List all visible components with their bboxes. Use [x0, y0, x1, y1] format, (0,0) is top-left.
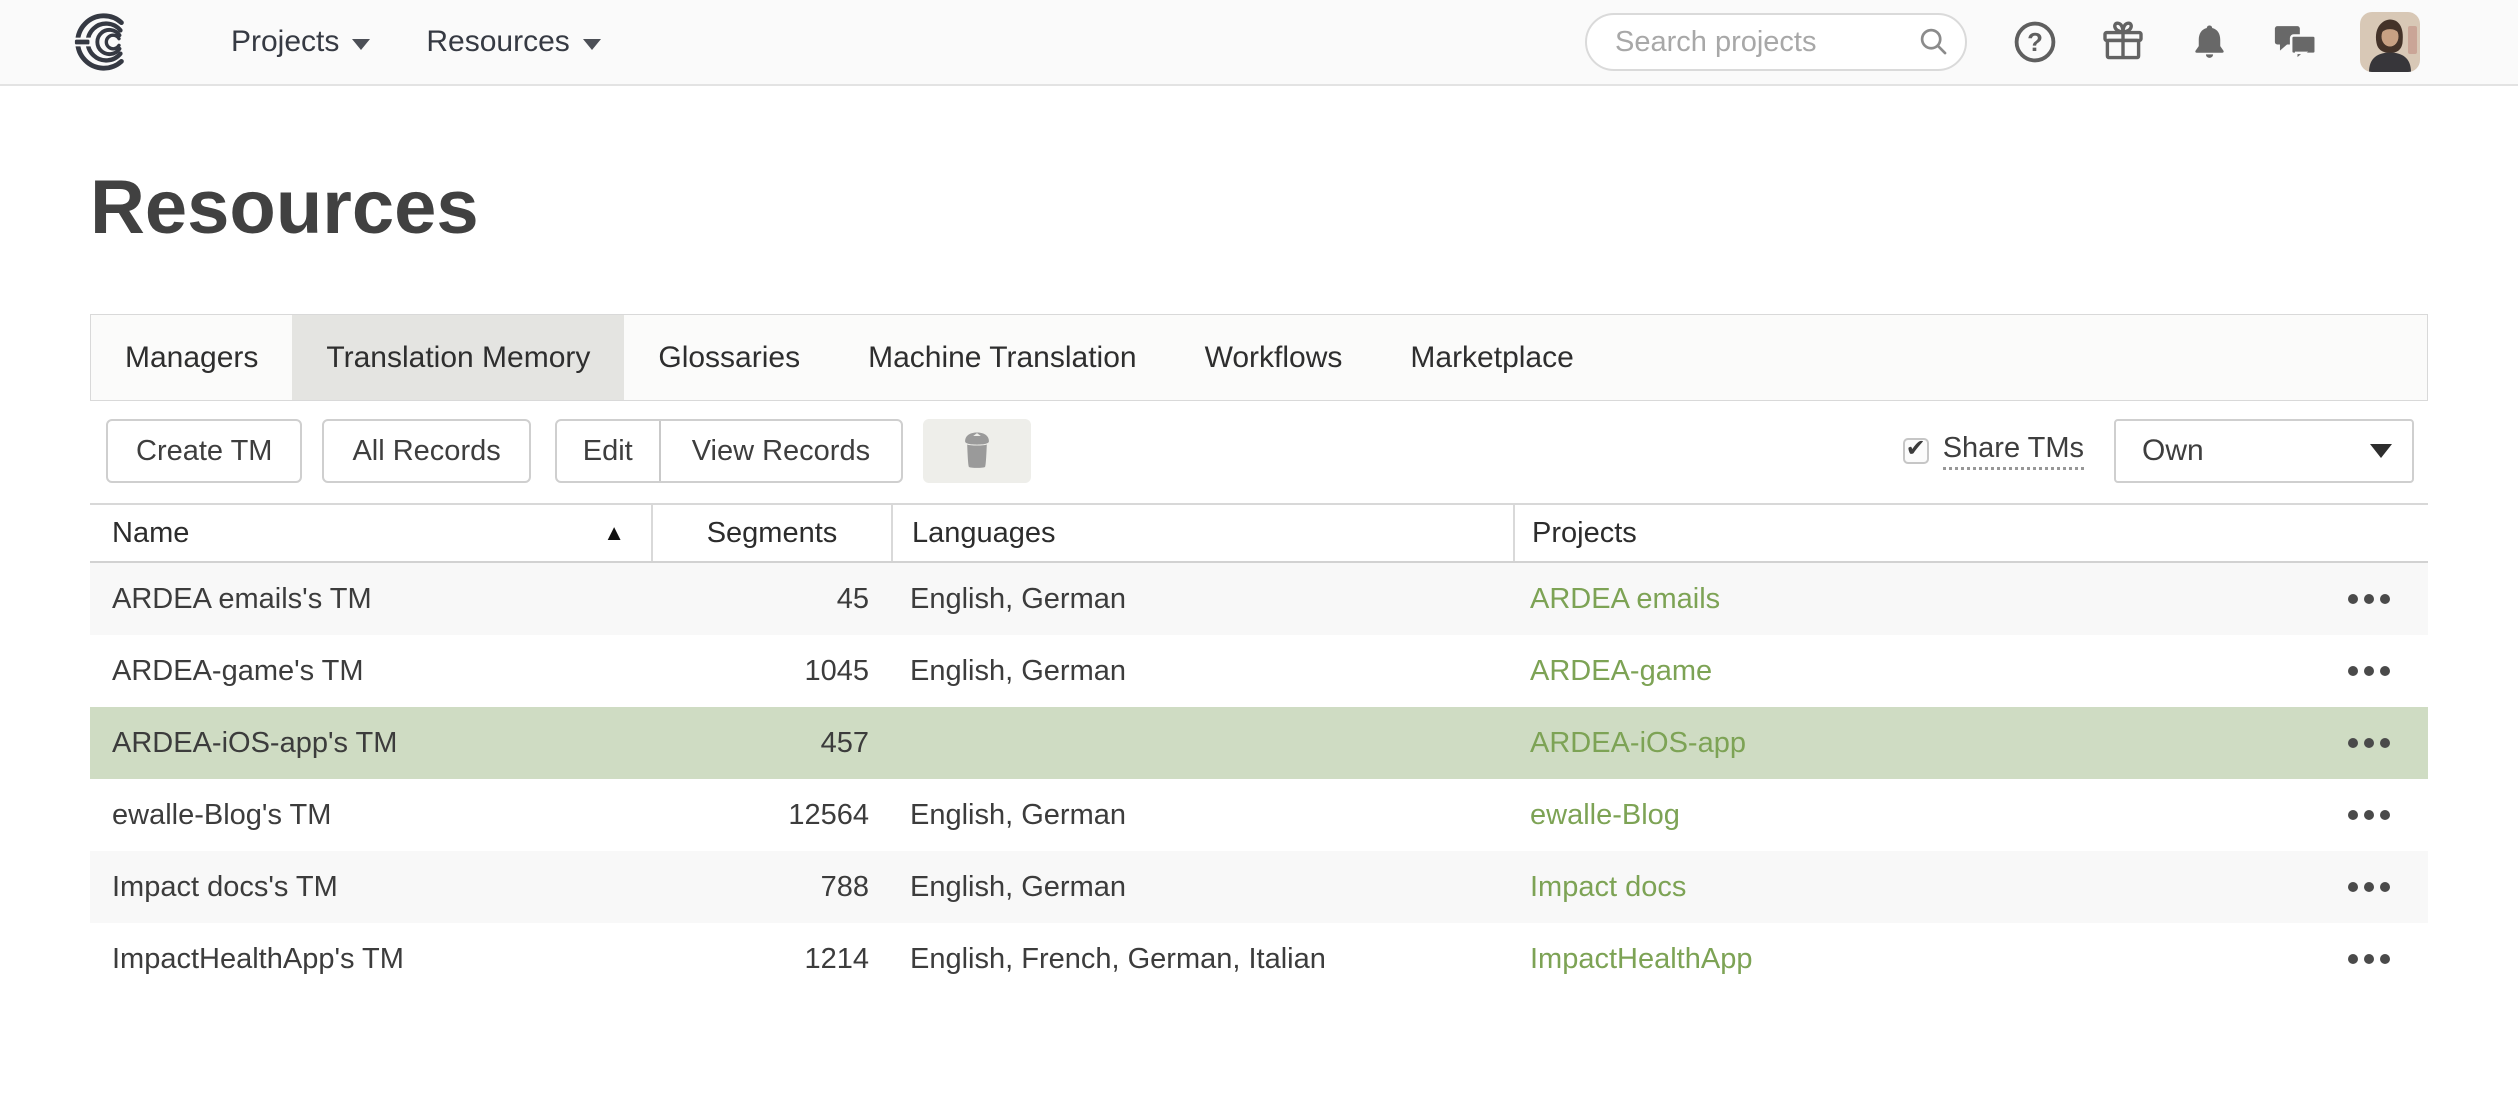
- column-header-segments[interactable]: Segments: [651, 505, 891, 561]
- trash-icon: [956, 426, 998, 477]
- records-button-group: Edit View Records: [555, 419, 903, 483]
- edit-button[interactable]: Edit: [557, 421, 659, 481]
- tm-segments: 1045: [651, 635, 891, 707]
- project-link[interactable]: ARDEA-iOS-app: [1530, 727, 1746, 760]
- tm-languages: English, German: [891, 563, 1513, 635]
- share-tms-checkbox[interactable]: ✔: [1903, 438, 1929, 464]
- tm-name: ImpactHealthApp's TM: [90, 923, 651, 995]
- select-caret-icon: [2370, 444, 2392, 458]
- share-tms-label[interactable]: Share TMs: [1943, 432, 2084, 470]
- topbar-right: ?: [1585, 12, 2420, 72]
- tm-languages: English, German: [891, 635, 1513, 707]
- create-tm-button[interactable]: Create TM: [106, 419, 302, 483]
- tab-managers[interactable]: Managers: [91, 315, 292, 400]
- tab-translation-memory[interactable]: Translation Memory: [292, 315, 624, 400]
- main-nav: Projects Resources: [231, 25, 601, 59]
- row-actions-button[interactable]: [2348, 944, 2390, 974]
- column-header-projects[interactable]: Projects: [1513, 505, 2428, 561]
- tab-workflows[interactable]: Workflows: [1171, 315, 1377, 400]
- tm-languages: English, German: [891, 779, 1513, 851]
- delete-tm-button[interactable]: [923, 419, 1031, 483]
- view-records-button[interactable]: View Records: [659, 421, 901, 481]
- project-link[interactable]: ImpactHealthApp: [1530, 943, 1752, 976]
- chevron-down-icon: [352, 39, 370, 50]
- nav-projects[interactable]: Projects: [231, 25, 370, 59]
- tm-scope-select[interactable]: Own: [2114, 419, 2414, 483]
- page-title: Resources: [90, 164, 2428, 252]
- project-link[interactable]: ARDEA-game: [1530, 655, 1712, 688]
- search-icon: [1917, 25, 1951, 64]
- nav-resources[interactable]: Resources: [426, 25, 600, 59]
- nav-projects-label: Projects: [231, 25, 339, 59]
- messages-icon[interactable]: [2272, 20, 2319, 64]
- toolbar-right: ✔ Share TMs Own: [1903, 419, 2428, 483]
- row-actions-button[interactable]: [2348, 800, 2390, 830]
- row-actions-button[interactable]: [2348, 728, 2390, 758]
- tm-name: ewalle-Blog's TM: [90, 779, 651, 851]
- topbar: Projects Resources ?: [0, 0, 2518, 86]
- tm-segments: 12564: [651, 779, 891, 851]
- app-logo-icon[interactable]: [72, 11, 134, 73]
- table-row[interactable]: ImpactHealthApp's TM 1214 English, Frenc…: [90, 923, 2428, 995]
- main-content: Resources Managers Translation Memory Gl…: [90, 164, 2428, 995]
- gift-icon[interactable]: [2099, 18, 2147, 66]
- project-link[interactable]: Impact docs: [1530, 871, 1686, 904]
- tm-toolbar: Create TM All Records Edit View Records …: [106, 419, 2428, 483]
- table-row[interactable]: ARDEA emails's TM 45 English, German ARD…: [90, 563, 2428, 635]
- project-search: [1585, 13, 1967, 71]
- checkmark-icon: ✔: [1906, 437, 1926, 461]
- tab-machine-translation[interactable]: Machine Translation: [834, 315, 1170, 400]
- table-row-selected[interactable]: ARDEA-iOS-app's TM 457 ARDEA-iOS-app: [90, 707, 2428, 779]
- tm-languages: English, German: [891, 851, 1513, 923]
- user-avatar[interactable]: [2360, 12, 2420, 72]
- table-row[interactable]: ewalle-Blog's TM 12564 English, German e…: [90, 779, 2428, 851]
- column-header-name[interactable]: Name ▲: [90, 505, 651, 561]
- project-link[interactable]: ARDEA emails: [1530, 583, 1720, 616]
- table-row[interactable]: ARDEA-game's TM 1045 English, German ARD…: [90, 635, 2428, 707]
- tm-name: ARDEA-game's TM: [90, 635, 651, 707]
- tm-segments: 1214: [651, 923, 891, 995]
- tab-marketplace[interactable]: Marketplace: [1376, 315, 1607, 400]
- notifications-icon[interactable]: [2188, 21, 2231, 64]
- search-input[interactable]: [1585, 13, 1967, 71]
- tm-table-header: Name ▲ Segments Languages Projects: [90, 503, 2428, 563]
- tm-segments: 457: [651, 707, 891, 779]
- tab-glossaries[interactable]: Glossaries: [624, 315, 834, 400]
- svg-text:?: ?: [2027, 29, 2043, 57]
- tm-languages: [891, 707, 1513, 779]
- all-records-button[interactable]: All Records: [322, 419, 530, 483]
- sort-asc-icon: ▲: [603, 520, 625, 546]
- chevron-down-icon: [583, 39, 601, 50]
- tm-table: Name ▲ Segments Languages Projects ARDEA…: [90, 503, 2428, 995]
- tm-languages: English, French, German, Italian: [891, 923, 1513, 995]
- row-actions-button[interactable]: [2348, 584, 2390, 614]
- project-link[interactable]: ewalle-Blog: [1530, 799, 1680, 832]
- help-icon[interactable]: ?: [2012, 19, 2058, 65]
- resources-tabs: Managers Translation Memory Glossaries M…: [90, 314, 2428, 401]
- column-header-languages[interactable]: Languages: [891, 505, 1513, 561]
- tm-name: ARDEA emails's TM: [90, 563, 651, 635]
- tm-name: Impact docs's TM: [90, 851, 651, 923]
- row-actions-button[interactable]: [2348, 872, 2390, 902]
- tm-name: ARDEA-iOS-app's TM: [90, 707, 651, 779]
- tm-segments: 45: [651, 563, 891, 635]
- tm-segments: 788: [651, 851, 891, 923]
- row-actions-button[interactable]: [2348, 656, 2390, 686]
- tm-scope-value: Own: [2142, 434, 2204, 468]
- nav-resources-label: Resources: [426, 25, 569, 59]
- table-row[interactable]: Impact docs's TM 788 English, German Imp…: [90, 851, 2428, 923]
